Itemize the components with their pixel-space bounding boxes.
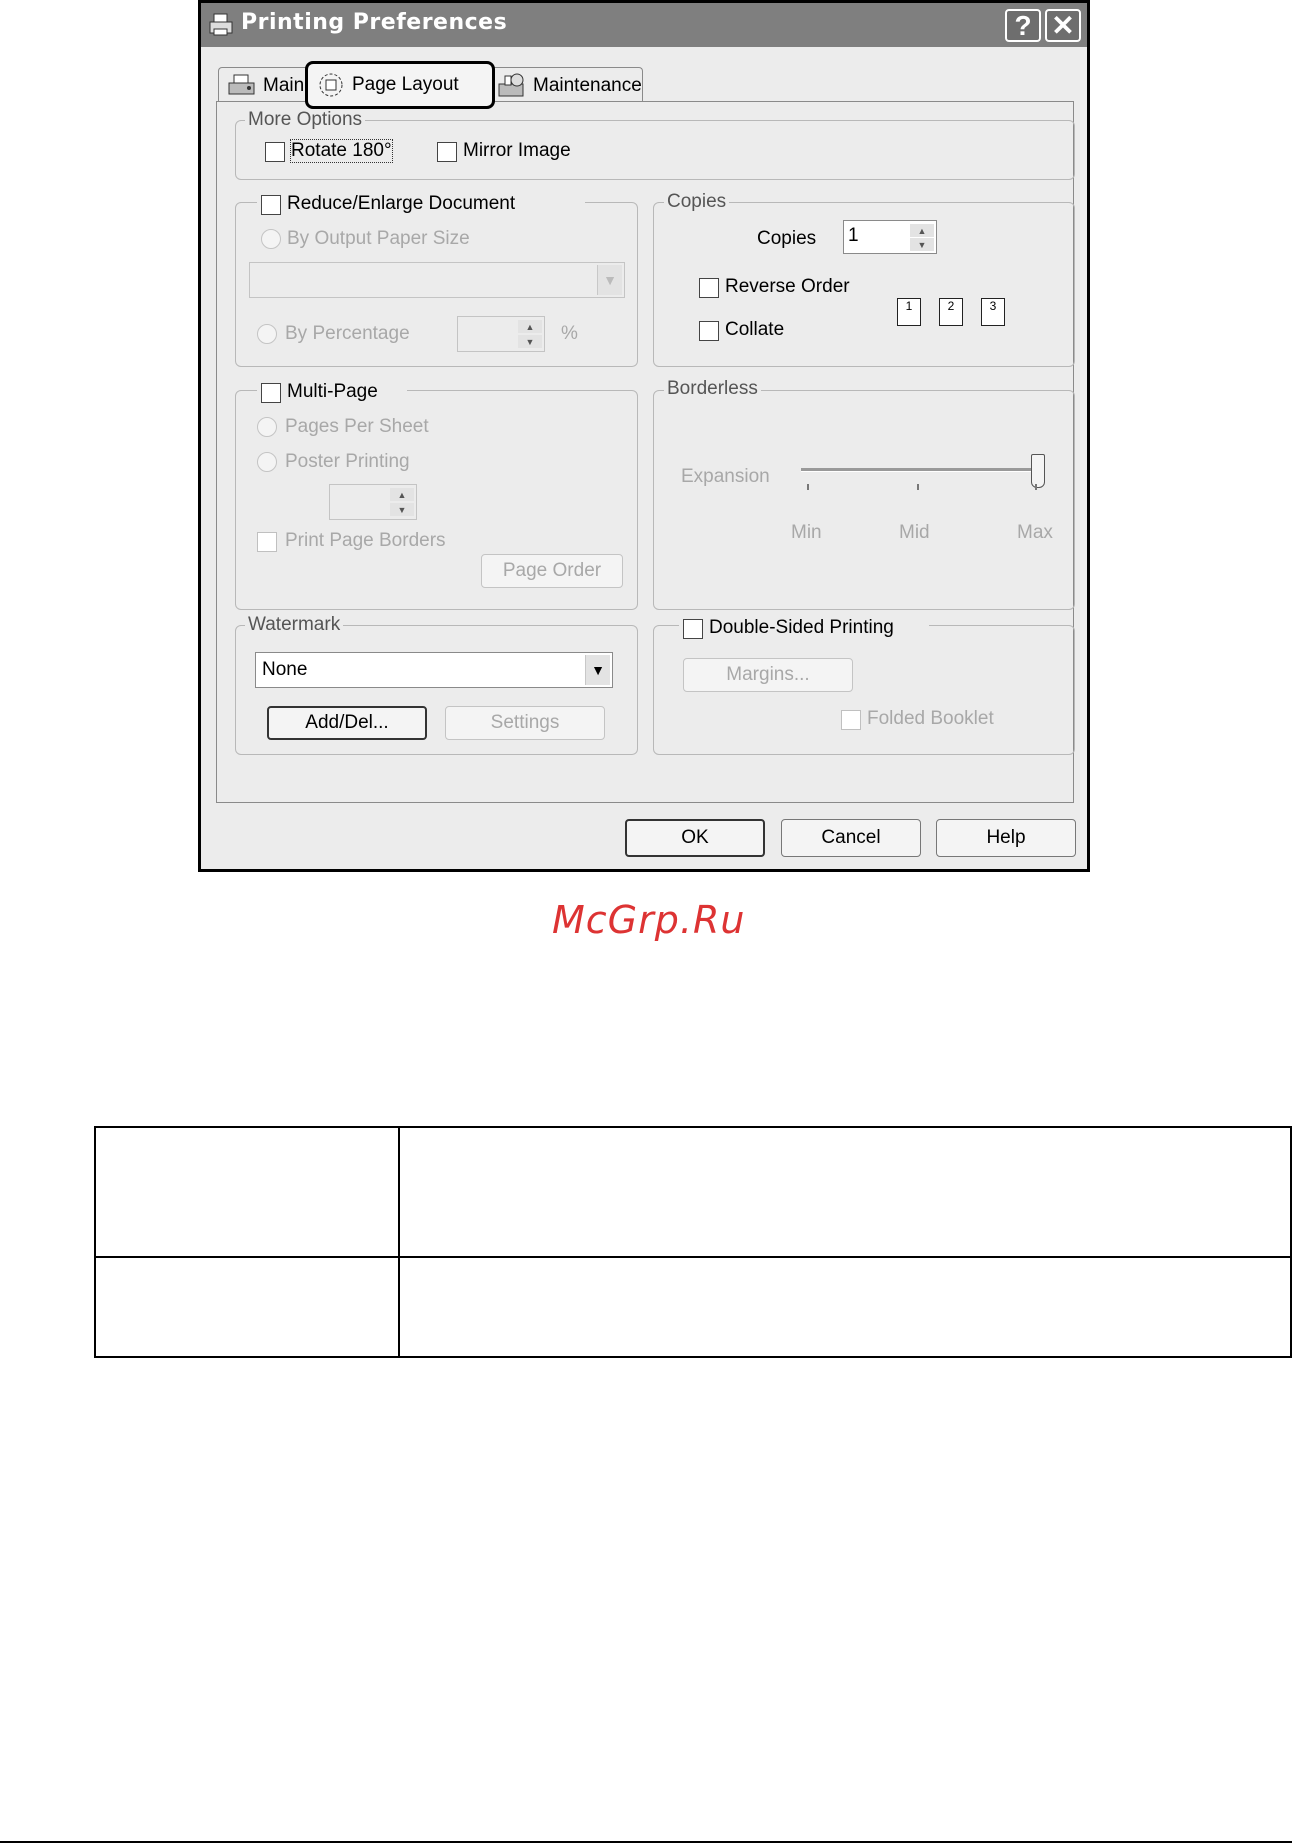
title-bar: Printing Preferences ? ✕ — [201, 3, 1087, 47]
double-sided-checkbox[interactable] — [683, 619, 703, 639]
tab-main-label: Main — [263, 74, 305, 96]
spin-down-icon[interactable]: ▼ — [518, 335, 542, 348]
double-sided-label: Double-Sided Printing — [709, 617, 894, 638]
collate-checkbox[interactable] — [699, 321, 719, 341]
help-button[interactable]: Help — [936, 819, 1076, 857]
slider-tick-max — [1035, 484, 1037, 490]
ok-button[interactable]: OK — [625, 819, 765, 857]
page-layout-panel: More Options Rotate 180° Mirror Image Re… — [216, 101, 1075, 803]
collate-pages-icon: 1 2 3 — [895, 292, 1025, 328]
slider-tick-mid — [917, 484, 919, 490]
table-cell — [94, 1126, 400, 1258]
rotate-label-text: Rotate 180° — [291, 140, 392, 161]
info-table — [94, 1126, 1292, 1358]
spin-down-icon[interactable]: ▼ — [390, 503, 414, 516]
poster-printing-radio[interactable] — [257, 452, 277, 472]
tab-maintenance-label: Maintenance — [533, 74, 642, 96]
more-options-legend: More Options — [245, 109, 366, 131]
tab-main[interactable]: Main — [218, 67, 310, 103]
table-cell — [94, 1256, 400, 1358]
folded-booklet-checkbox[interactable] — [841, 710, 861, 730]
reduce-enlarge-label: Reduce/Enlarge Document — [287, 193, 516, 214]
expansion-label: Expansion — [681, 466, 770, 487]
print-page-borders-checkbox[interactable] — [257, 532, 277, 552]
reverse-order-checkbox[interactable] — [699, 278, 719, 298]
spin-up-icon[interactable]: ▲ — [390, 488, 414, 501]
watermark-select[interactable]: None ▼ — [255, 652, 613, 688]
percent-symbol: % — [561, 323, 578, 344]
folded-booklet-label: Folded Booklet — [867, 708, 994, 729]
by-output-paper-size-radio[interactable] — [261, 229, 281, 249]
window-title: Printing Preferences — [241, 10, 508, 35]
collate-page-1: 1 — [897, 298, 921, 326]
percentage-spinner[interactable]: ▲ ▼ — [457, 316, 545, 352]
watermark-selected-value: None — [262, 659, 308, 680]
slider-min-label: Min — [791, 522, 822, 543]
mirror-image-checkbox[interactable] — [437, 142, 457, 162]
table-row — [94, 1256, 1292, 1358]
close-title-button[interactable]: ✕ — [1045, 9, 1081, 42]
slider-mid-label: Mid — [899, 522, 930, 543]
spin-up-icon[interactable]: ▲ — [518, 320, 542, 333]
rotate-label: Rotate 180° — [290, 139, 393, 163]
by-output-paper-size-label: By Output Paper Size — [287, 228, 470, 249]
page-layout-icon — [319, 73, 343, 97]
mirror-image-label: Mirror Image — [463, 140, 571, 161]
borderless-group — [653, 390, 1075, 610]
multi-page-checkbox[interactable] — [261, 383, 281, 403]
cancel-button[interactable]: Cancel — [781, 819, 921, 857]
borderless-legend: Borderless — [664, 378, 761, 400]
poster-printing-label: Poster Printing — [285, 451, 410, 472]
reduce-enlarge-checkbox[interactable] — [261, 195, 281, 215]
table-cell — [398, 1256, 1292, 1358]
poster-spinner[interactable]: ▲ ▼ — [329, 484, 417, 520]
tab-page-layout[interactable]: Page Layout — [305, 61, 495, 109]
multi-page-label: Multi-Page — [287, 381, 378, 402]
page-order-button[interactable]: Page Order — [481, 554, 623, 588]
printing-preferences-dialog: Printing Preferences ? ✕ Main Page Layou… — [198, 0, 1090, 872]
watermark-legend: Watermark — [245, 614, 344, 636]
site-watermark: McGrp.Ru — [552, 898, 746, 942]
print-page-borders-label: Print Page Borders — [285, 530, 446, 551]
output-paper-size-select[interactable]: ▼ — [249, 262, 625, 298]
table-row — [94, 1126, 1292, 1258]
help-title-button[interactable]: ? — [1005, 9, 1041, 42]
copies-legend: Copies — [664, 191, 730, 213]
table-cell — [398, 1126, 1292, 1258]
collate-label: Collate — [725, 319, 785, 340]
collate-page-3: 3 — [981, 298, 1005, 326]
spin-down-icon[interactable]: ▼ — [910, 238, 934, 251]
chevron-down-icon: ▼ — [597, 265, 622, 295]
tab-maintenance[interactable]: Maintenance — [488, 67, 643, 103]
expansion-slider-thumb[interactable] — [1031, 454, 1045, 488]
by-percentage-label: By Percentage — [285, 323, 410, 344]
slider-tick-min — [807, 484, 809, 490]
footer-rule — [0, 1841, 1292, 1843]
copies-value: 1 — [848, 225, 859, 246]
expansion-slider-track — [801, 468, 1041, 472]
printer-icon — [228, 74, 255, 94]
copies-label: Copies — [757, 228, 817, 249]
pages-per-sheet-label: Pages Per Sheet — [285, 416, 429, 437]
watermark-settings-button[interactable]: Settings — [445, 706, 605, 740]
margins-button[interactable]: Margins... — [683, 658, 853, 692]
add-del-button[interactable]: Add/Del... — [267, 706, 427, 740]
pages-per-sheet-radio[interactable] — [257, 417, 277, 437]
chevron-down-icon: ▼ — [585, 655, 610, 685]
tab-page-layout-label: Page Layout — [352, 74, 459, 95]
rotate-checkbox[interactable] — [265, 142, 285, 162]
collate-page-2: 2 — [939, 298, 963, 326]
maintenance-icon — [498, 73, 524, 96]
slider-max-label: Max — [1017, 522, 1053, 543]
copies-spinner[interactable]: 1 ▲ ▼ — [843, 220, 937, 254]
printer-icon — [209, 13, 233, 36]
reverse-order-label: Reverse Order — [725, 276, 850, 297]
by-percentage-radio[interactable] — [257, 324, 277, 344]
spin-up-icon[interactable]: ▲ — [910, 224, 934, 237]
